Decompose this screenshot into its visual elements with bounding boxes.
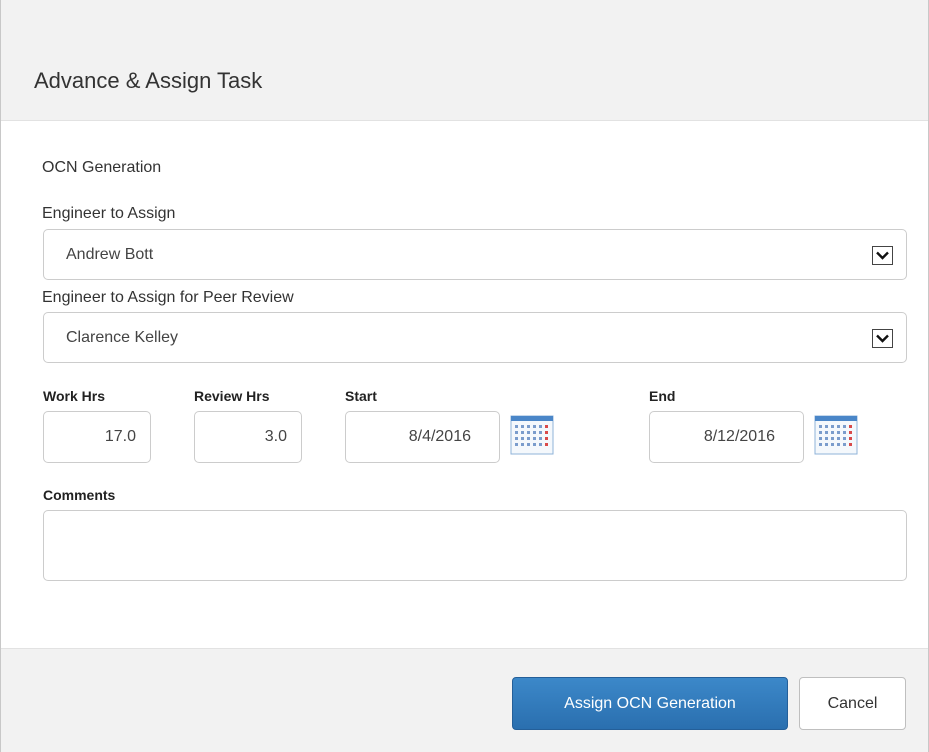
review-hrs-input[interactable] xyxy=(194,411,302,463)
engineer-select-value: Andrew Bott xyxy=(66,246,154,263)
assign-button[interactable]: Assign OCN Generation xyxy=(512,677,788,730)
end-label: End xyxy=(649,388,676,404)
calendar-icon[interactable] xyxy=(814,415,858,455)
start-date-input[interactable] xyxy=(345,411,500,463)
comments-label: Comments xyxy=(43,487,116,503)
chevron-down-icon[interactable] xyxy=(872,329,893,348)
chevron-down-icon[interactable] xyxy=(872,246,893,265)
start-label: Start xyxy=(345,388,377,404)
advance-assign-dialog: Advance & Assign Task OCN Generation Eng… xyxy=(0,0,929,752)
dialog-header: Advance & Assign Task xyxy=(1,0,928,121)
dialog-title: Advance & Assign Task xyxy=(34,68,263,93)
engineer-label: Engineer to Assign xyxy=(42,205,176,222)
engineer-select[interactable]: Andrew Bott xyxy=(43,229,907,280)
peer-review-select-value: Clarence Kelley xyxy=(66,329,179,346)
peer-review-label: Engineer to Assign for Peer Review xyxy=(42,289,294,306)
work-hrs-input[interactable] xyxy=(43,411,151,463)
calendar-icon[interactable] xyxy=(510,415,554,455)
comments-textarea[interactable] xyxy=(43,510,907,581)
dialog-footer xyxy=(1,648,928,752)
end-date-input[interactable] xyxy=(649,411,804,463)
cancel-button[interactable]: Cancel xyxy=(799,677,906,730)
review-hrs-label: Review Hrs xyxy=(194,388,270,404)
peer-review-select[interactable]: Clarence Kelley xyxy=(43,312,907,363)
work-hrs-label: Work Hrs xyxy=(43,388,105,404)
task-name: OCN Generation xyxy=(42,159,162,176)
